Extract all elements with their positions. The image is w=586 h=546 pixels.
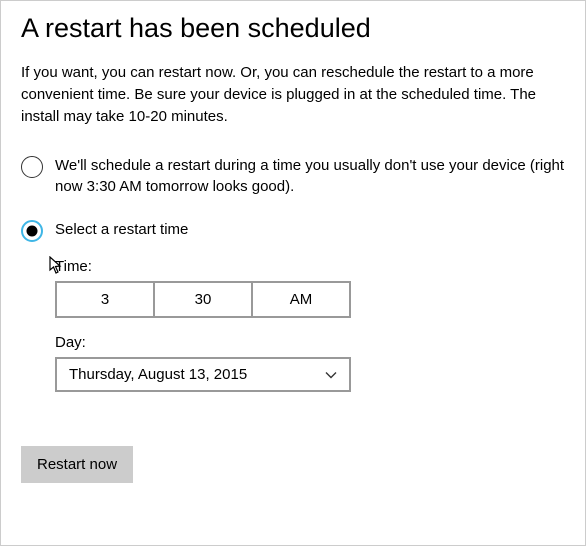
chevron-down-icon [325, 369, 337, 381]
time-label: Time: [55, 258, 565, 275]
time-period[interactable]: AM [251, 283, 349, 316]
time-picker[interactable]: 3 30 AM [55, 281, 351, 318]
day-picker[interactable]: Thursday, August 13, 2015 [55, 357, 351, 392]
radio-select-time[interactable] [21, 220, 43, 242]
page-title: A restart has been scheduled [21, 13, 565, 44]
option-select-time[interactable]: Select a restart time [21, 219, 565, 242]
option-auto-schedule[interactable]: We'll schedule a restart during a time y… [21, 155, 565, 197]
day-label: Day: [55, 334, 565, 351]
option-select-time-label: Select a restart time [55, 219, 188, 240]
day-value: Thursday, August 13, 2015 [69, 366, 247, 383]
option-auto-label: We'll schedule a restart during a time y… [55, 155, 565, 197]
time-minute[interactable]: 30 [153, 283, 251, 316]
time-hour[interactable]: 3 [57, 283, 153, 316]
restart-now-button[interactable]: Restart now [21, 446, 133, 483]
radio-auto[interactable] [21, 156, 43, 178]
description-text: If you want, you can restart now. Or, yo… [21, 62, 565, 127]
